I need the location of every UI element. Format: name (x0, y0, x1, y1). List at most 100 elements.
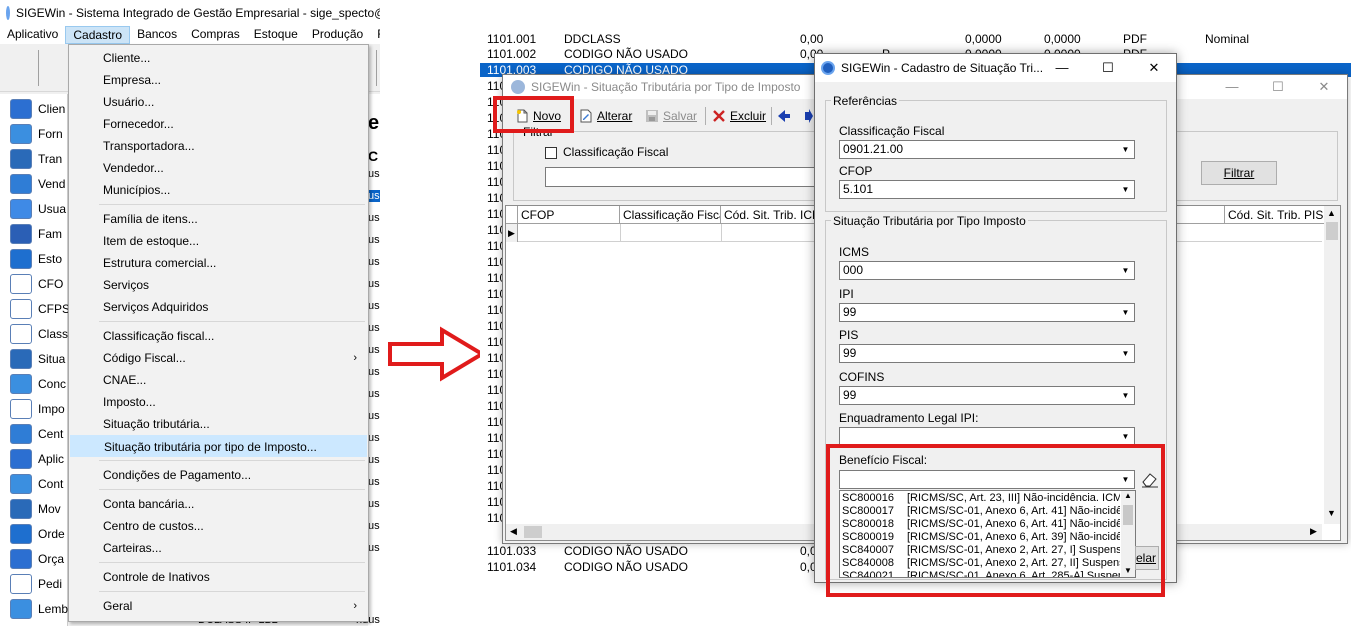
chevron-down-icon[interactable]: ▼ (1118, 182, 1133, 197)
classificacao-fiscal-checkbox[interactable] (545, 147, 557, 159)
chevron-down-icon[interactable]: ▼ (1118, 388, 1133, 403)
menu-bancos[interactable]: Bancos (130, 26, 184, 44)
filtrar-button[interactable]: Filtrar (1201, 161, 1277, 185)
scrollbar-thumb[interactable] (524, 526, 542, 538)
menu-item[interactable]: Situação tributária... (70, 413, 367, 435)
sidebar-item-label: Clien (38, 101, 66, 116)
arrow-right-icon[interactable] (805, 109, 813, 123)
menu-cadastro[interactable]: Cadastro (65, 26, 131, 44)
menu-item[interactable]: Usuário... (70, 91, 367, 113)
sidebar-item[interactable]: Aplic (10, 446, 64, 471)
sidebar-item[interactable]: Esto (10, 246, 62, 271)
sidebar-item[interactable]: Forn (10, 121, 63, 146)
sidebar-item[interactable]: CFPS (10, 296, 70, 321)
chevron-down-icon[interactable]: ▼ (1118, 142, 1133, 157)
bg-column-fragment: us (368, 410, 380, 422)
excluir-label: Excluir (730, 109, 767, 123)
menu-item[interactable]: Serviços Adquiridos (70, 296, 367, 318)
menu-item[interactable]: Transportadora... (70, 135, 367, 157)
sidebar-item[interactable]: Fam (10, 221, 62, 246)
close-button[interactable]: ✕ (1301, 75, 1347, 99)
menu-producao[interactable]: Produção (305, 26, 370, 44)
sidebar-item[interactable]: Class (10, 321, 68, 346)
bg-table-cell: 0,0000 (1044, 32, 1081, 46)
menu-item[interactable]: Carteiras... (70, 537, 367, 559)
menu-item[interactable]: Conta bancária... (70, 493, 367, 515)
menu-item[interactable]: Código Fiscal... › (70, 347, 367, 369)
sidebar-item[interactable]: Usua (10, 196, 66, 221)
toolbar-separator (705, 107, 706, 125)
alterar-button[interactable]: Alterar (579, 105, 632, 127)
grid-header-pis[interactable]: Cód. Sit. Trib. PIS (1225, 206, 1327, 224)
salvar-button[interactable]: Salvar (645, 105, 697, 127)
icms-combo[interactable]: 000 ▼ (839, 261, 1135, 280)
menu-item[interactable]: Situação tributária por tipo de Imposto.… (70, 435, 367, 457)
menu-item[interactable]: CNAE... (70, 369, 367, 391)
menu-estoque[interactable]: Estoque (247, 26, 305, 44)
menu-item[interactable]: Família de itens... (70, 208, 367, 230)
menu-item[interactable]: Item de estoque... (70, 230, 367, 252)
chevron-down-icon[interactable]: ▼ (1118, 429, 1133, 444)
menu-item[interactable]: Geral › (70, 595, 367, 617)
sidebar-item[interactable]: Cent (10, 421, 63, 446)
menu-fi[interactable]: Fi (370, 26, 380, 44)
sidebar-item[interactable]: Orça (10, 546, 64, 571)
situacao-window-title: SIGEWin - Situação Tributária por Tipo d… (531, 80, 801, 94)
scrollbar-thumb[interactable] (1326, 222, 1338, 240)
ipi-combo[interactable]: 99 ▼ (839, 303, 1135, 322)
scroll-up-icon[interactable]: ▲ (1327, 208, 1336, 218)
menu-item[interactable]: Serviços (70, 274, 367, 296)
dialog-minimize-button[interactable]: — (1039, 56, 1085, 80)
chevron-down-icon[interactable]: ▼ (1118, 346, 1133, 361)
grid-header-icms[interactable]: Cód. Sit. Trib. ICMS (721, 206, 821, 224)
sidebar-item[interactable]: Situa (10, 346, 65, 371)
bg-table-cell: 1101.034 (487, 560, 537, 574)
menu-item[interactable]: Centro de custos... (70, 515, 367, 537)
sidebar-item[interactable]: CFO (10, 271, 63, 296)
sidebar-item[interactable]: Conc (10, 371, 66, 396)
menu-item[interactable]: Municípios... (70, 179, 367, 201)
sidebar-item[interactable]: Impo (10, 396, 65, 421)
menu-item[interactable]: Condições de Pagamento... (70, 464, 367, 486)
sidebar-item[interactable]: Pedi (10, 571, 62, 596)
chevron-down-icon[interactable]: ▼ (1118, 305, 1133, 320)
pis-combo[interactable]: 99 ▼ (839, 344, 1135, 363)
menu-item[interactable]: Cliente... (70, 47, 367, 69)
menu-item[interactable]: Imposto... (70, 391, 367, 413)
menu-item[interactable]: Classificação fiscal... (70, 325, 367, 347)
excluir-button[interactable]: Excluir (712, 105, 766, 127)
grid-header-cfop[interactable]: CFOP (518, 206, 620, 224)
scroll-right-icon[interactable]: ▶ (1310, 526, 1317, 537)
scroll-left-icon[interactable]: ◀ (510, 526, 517, 537)
sidebar-item[interactable]: Vend (10, 171, 65, 196)
menu-item[interactable]: Controle de Inativos (70, 566, 367, 588)
dialog-close-button[interactable]: ✕ (1131, 56, 1177, 80)
scroll-down-icon[interactable]: ▼ (1327, 508, 1336, 518)
sidebar-item[interactable]: Tran (10, 146, 62, 171)
classificacao-fiscal-combo[interactable]: 0901.21.00 ▼ (839, 140, 1135, 159)
dialog-maximize-button[interactable]: ☐ (1085, 56, 1131, 80)
grid-header-classificacao[interactable]: Classificação Fiscal (620, 206, 721, 224)
arrow-left-icon[interactable] (777, 109, 791, 123)
minimize-button[interactable]: — (1209, 75, 1255, 99)
sidebar-item[interactable]: Lemb (10, 596, 68, 621)
grid-vertical-scrollbar[interactable]: ▲ ▼ (1324, 206, 1340, 524)
sidebar-item[interactable]: Cont (10, 471, 63, 496)
bg-column-fragment: us (368, 476, 380, 488)
menu-item[interactable]: Estrutura comercial... (70, 252, 367, 274)
chevron-down-icon[interactable]: ▼ (1118, 263, 1133, 278)
sidebar-item[interactable]: Clien (10, 96, 65, 121)
shortcut-icon (10, 173, 32, 194)
menu-aplicativo[interactable]: Aplicativo (0, 26, 65, 44)
cofins-combo[interactable]: 99 ▼ (839, 386, 1135, 405)
sidebar-item[interactable]: Orde (10, 521, 65, 546)
maximize-button[interactable]: ☐ (1255, 75, 1301, 99)
cofins-value: 99 (843, 388, 857, 402)
cfop-combo[interactable]: 5.101 ▼ (839, 180, 1135, 199)
filter-input[interactable] (545, 167, 820, 187)
menu-compras[interactable]: Compras (184, 26, 247, 44)
menu-item[interactable]: Empresa... (70, 69, 367, 91)
menu-item[interactable]: Fornecedor... (70, 113, 367, 135)
sidebar-item[interactable]: Mov (10, 496, 61, 521)
menu-item[interactable]: Vendedor... (70, 157, 367, 179)
